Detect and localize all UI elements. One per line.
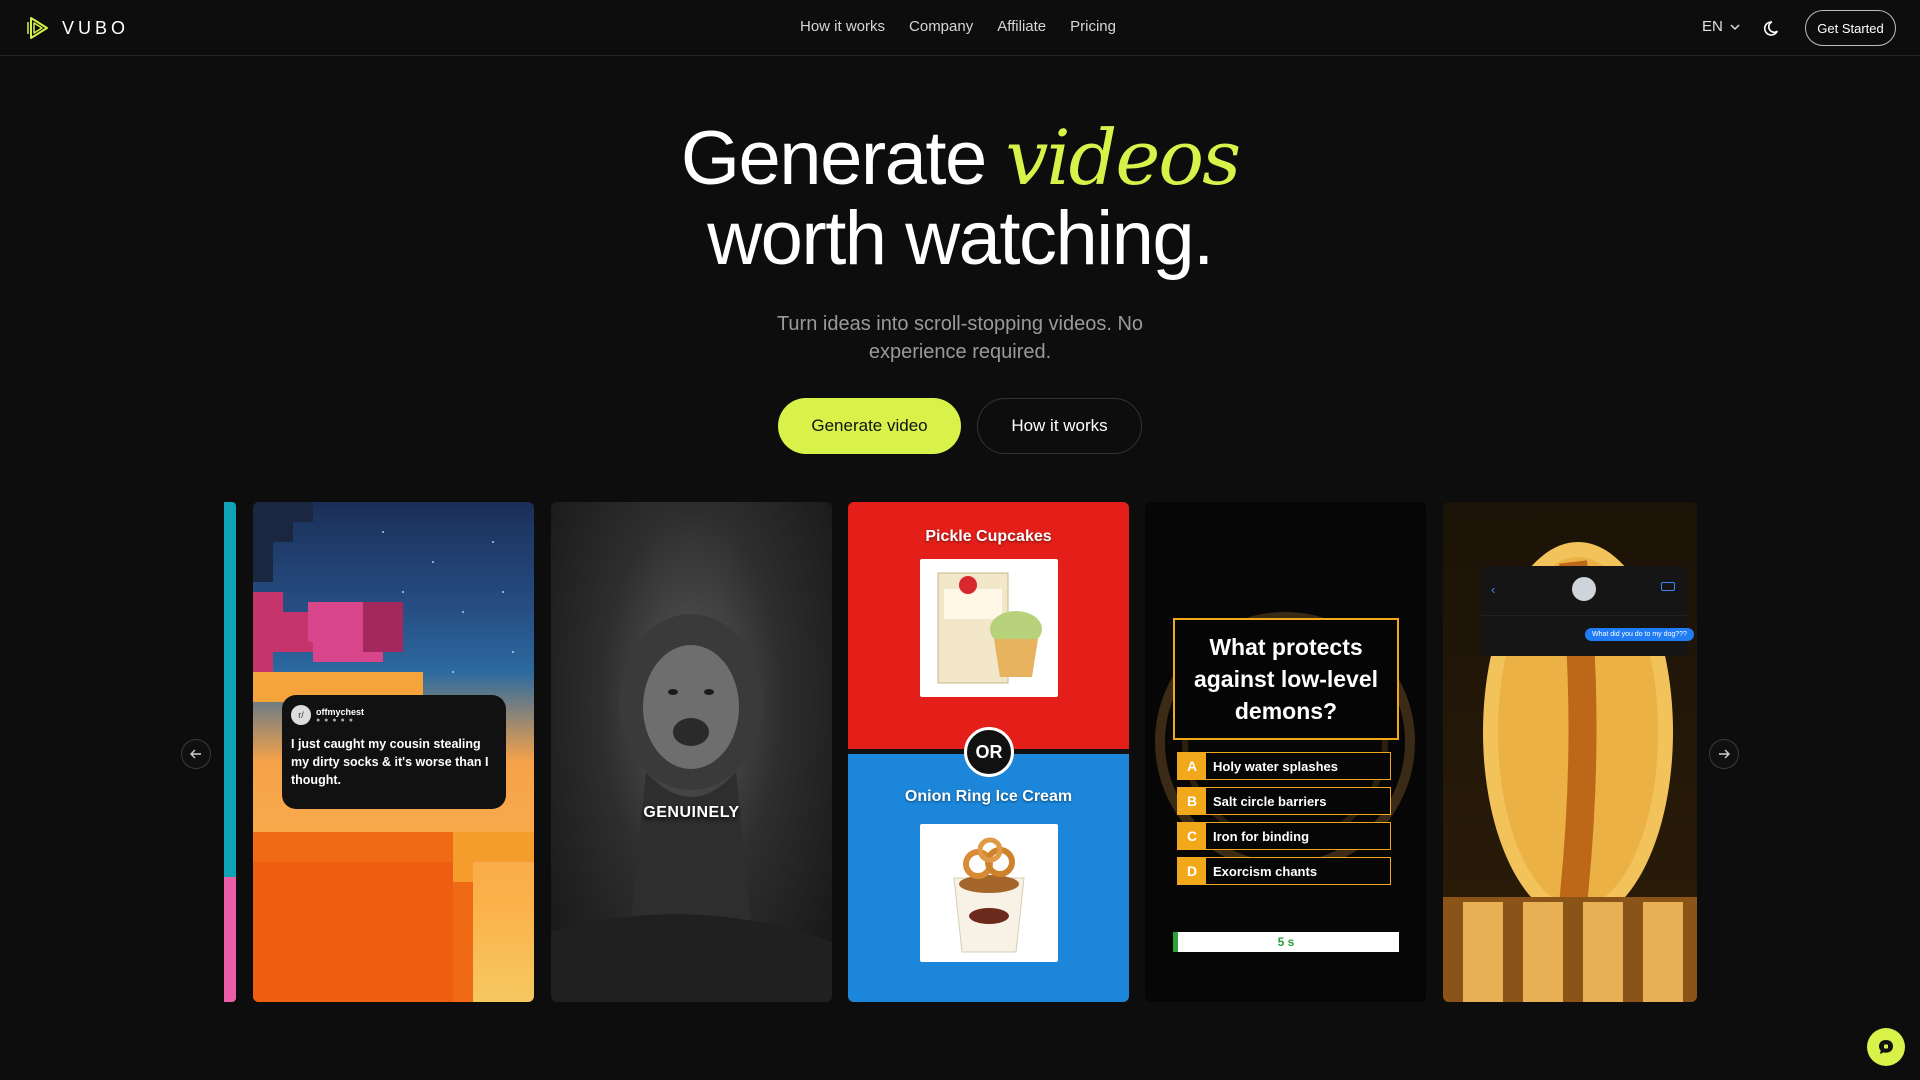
quiz-timer-label: 5 s bbox=[1277, 935, 1295, 949]
quiz-option-text: Exorcism chants bbox=[1213, 863, 1318, 879]
option-b-panel: Onion Ring Ice Cream bbox=[848, 754, 1129, 1002]
video-card-lion[interactable]: GENUINELY bbox=[551, 502, 832, 1002]
video-card-partial[interactable] bbox=[224, 502, 236, 1002]
reddit-post-text: I just caught my cousin stealing my dirt… bbox=[291, 737, 489, 787]
chevron-down-icon bbox=[1730, 23, 1740, 30]
hero-title-accent: videos bbox=[1005, 113, 1241, 202]
chat-support-button[interactable] bbox=[1867, 1028, 1905, 1066]
moon-icon[interactable] bbox=[1762, 17, 1784, 39]
chat-bubble-icon bbox=[1879, 1040, 1893, 1054]
how-it-works-button[interactable]: How it works bbox=[977, 398, 1142, 454]
quiz-timer-bar: 5 s bbox=[1173, 932, 1399, 952]
carousel-prev-button[interactable] bbox=[181, 739, 211, 769]
nav-link-company[interactable]: Company bbox=[909, 18, 973, 35]
chevron-left-icon: ‹ bbox=[1491, 582, 1496, 597]
quiz-option-letter: C bbox=[1178, 823, 1206, 849]
chat-message: What did you do to my dog??? bbox=[1585, 628, 1694, 641]
carousel-next-button[interactable] bbox=[1709, 739, 1739, 769]
nav-link-affiliate[interactable]: Affiliate bbox=[997, 18, 1046, 35]
onion-ring-ice-cream-image bbox=[920, 824, 1058, 962]
logo-text: VUBO bbox=[62, 17, 130, 38]
quiz-option-text: Salt circle barriers bbox=[1213, 793, 1327, 809]
reddit-avatar: r/ bbox=[291, 705, 311, 725]
avatar bbox=[1572, 577, 1596, 601]
quiz-option-letter: D bbox=[1178, 858, 1206, 884]
reddit-post-overlay: r/ offmychest ● ● ● ● ● I just caught my… bbox=[282, 695, 506, 809]
quiz-option-text: Holy water splashes bbox=[1213, 758, 1338, 774]
chat-overlay: ‹ What did you do to my dog??? bbox=[1481, 566, 1694, 656]
quiz-option-b: B Salt circle barriers bbox=[1177, 787, 1391, 815]
quiz-timer-fill bbox=[1173, 932, 1178, 952]
video-card-reddit-story[interactable]: r/ offmychest ● ● ● ● ● I just caught my… bbox=[253, 502, 534, 1002]
hero-title-line2: worth watching. bbox=[707, 196, 1214, 281]
quiz-option-a: A Holy water splashes bbox=[1177, 752, 1391, 780]
award-icons: ● ● ● ● ● bbox=[316, 716, 354, 724]
hero-subtitle: Turn ideas into scroll-stopping videos. … bbox=[776, 313, 1144, 363]
video-card-honeycomb[interactable]: ‹ What did you do to my dog??? bbox=[1443, 502, 1697, 1002]
option-a-title: Pickle Cupcakes bbox=[925, 528, 1052, 545]
generate-video-button[interactable]: Generate video bbox=[778, 398, 961, 454]
pickle-cupcakes-image bbox=[920, 559, 1058, 697]
quiz-option-letter: A bbox=[1178, 753, 1206, 779]
arrow-left-icon bbox=[190, 749, 201, 759]
quiz-option-d: D Exorcism chants bbox=[1177, 857, 1391, 885]
logo-play-icon bbox=[27, 17, 48, 39]
language-selector[interactable]: EN bbox=[1702, 18, 1741, 35]
top-navigation: VUBO How it works Company Affiliate Pric… bbox=[0, 0, 1920, 56]
hero-title-word: Generate bbox=[680, 116, 987, 201]
lion-image bbox=[551, 614, 832, 1002]
reddit-username: offmychest bbox=[316, 706, 365, 717]
nav-link-pricing[interactable]: Pricing bbox=[1070, 18, 1116, 35]
video-call-icon bbox=[1661, 582, 1675, 591]
hero-title: Generate videos worth watching. bbox=[560, 118, 1360, 279]
quiz-question: What protects against low-level demons? bbox=[1173, 618, 1399, 740]
get-started-button[interactable]: Get Started bbox=[1805, 10, 1896, 46]
video-caption: GENUINELY bbox=[643, 804, 740, 821]
video-card-quiz[interactable]: What protects against low-level demons? … bbox=[1145, 502, 1426, 1002]
arrow-right-icon bbox=[1719, 749, 1730, 759]
quiz-option-letter: B bbox=[1178, 788, 1206, 814]
or-badge: OR bbox=[964, 727, 1014, 777]
nav-link-how-it-works[interactable]: How it works bbox=[800, 18, 885, 35]
option-b-title: Onion Ring Ice Cream bbox=[904, 788, 1073, 805]
quiz-option-text: Iron for binding bbox=[1213, 828, 1310, 844]
logo[interactable]: VUBO bbox=[24, 14, 129, 42]
video-card-would-you-rather[interactable]: Pickle Cupcakes Onion Ring Ice Cream OR bbox=[848, 502, 1129, 1002]
quiz-option-c: C Iron for binding bbox=[1177, 822, 1391, 850]
language-label: EN bbox=[1702, 18, 1723, 35]
